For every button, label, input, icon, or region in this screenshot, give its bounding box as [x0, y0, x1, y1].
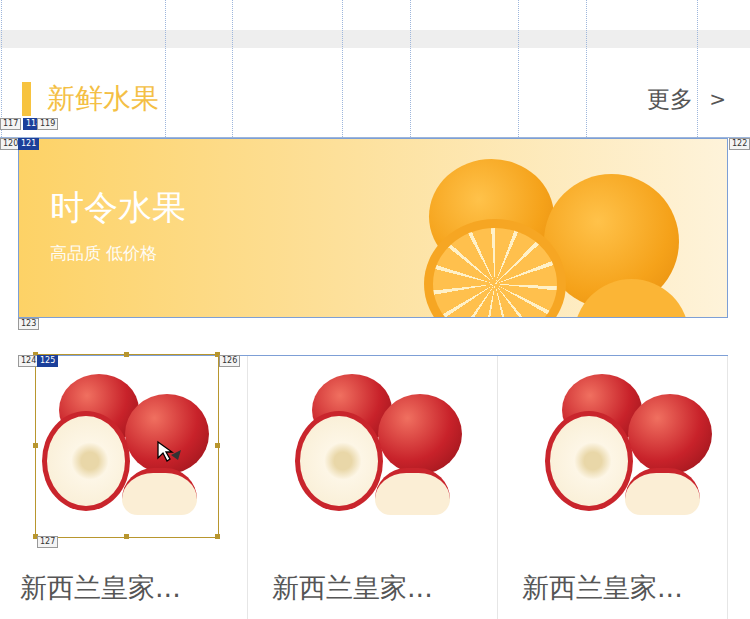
product-card[interactable]: 新西兰皇家... [248, 356, 498, 619]
resize-handle[interactable] [124, 534, 129, 539]
section-title: 新鲜水果 [47, 82, 159, 116]
slice-label[interactable]: 124 [18, 355, 39, 367]
guide-line[interactable] [518, 0, 519, 137]
slice-label[interactable]: 118 [23, 118, 44, 130]
product-row: 新西兰皇家... 新西兰皇家... 新西兰皇家... [18, 355, 728, 619]
product-name: 新西兰皇家... [20, 570, 247, 606]
more-label: 更多 [647, 84, 693, 115]
move-cursor-icon [156, 440, 184, 464]
section-header: 新鲜水果 更多 > [0, 78, 750, 120]
top-space [0, 0, 750, 30]
accent-bar [22, 82, 31, 116]
guide-line[interactable] [232, 0, 233, 137]
guide-line[interactable] [0, 137, 750, 138]
product-card[interactable]: 新西兰皇家... [498, 356, 728, 619]
guide-line[interactable] [410, 0, 411, 137]
product-name: 新西兰皇家... [522, 570, 727, 606]
selection-box[interactable] [35, 354, 219, 538]
slice-label[interactable]: 126 [219, 355, 240, 367]
product-card[interactable]: 新西兰皇家... [18, 356, 248, 619]
slice-label[interactable]: 121 [18, 138, 39, 150]
resize-handle[interactable] [33, 534, 38, 539]
slice-label[interactable]: 122 [729, 138, 750, 150]
guide-line[interactable] [586, 0, 587, 137]
slice-label[interactable]: 125 [37, 355, 58, 367]
guide-line[interactable] [342, 0, 343, 137]
chevron-right-icon: > [709, 87, 726, 111]
slice-label[interactable]: 117 [0, 118, 21, 130]
product-name: 新西兰皇家... [272, 570, 497, 606]
resize-handle[interactable] [215, 534, 220, 539]
resize-handle[interactable] [33, 352, 38, 357]
oranges-picture [404, 139, 728, 317]
banner[interactable]: 时令水果高品质 低价格 [18, 138, 728, 318]
apple-picture [37, 356, 217, 536]
slice-label[interactable]: 127 [37, 536, 58, 548]
resize-handle[interactable] [124, 352, 129, 357]
resize-handle[interactable] [215, 443, 220, 448]
guide-line[interactable] [1, 0, 2, 137]
resize-handle[interactable] [215, 352, 220, 357]
apple-picture [290, 356, 470, 536]
slice-label[interactable]: 119 [37, 118, 58, 130]
apple-picture [540, 356, 720, 536]
guide-line[interactable] [697, 0, 698, 137]
slice-label[interactable]: 123 [18, 318, 39, 330]
resize-handle[interactable] [33, 443, 38, 448]
guide-line[interactable] [165, 0, 166, 137]
design-canvas: 新鲜水果更多>时令水果高品质 低价格新西兰皇家...新西兰皇家...新西兰皇家.… [0, 0, 750, 619]
slice-label[interactable]: 120 [0, 138, 21, 150]
more-link[interactable]: 更多 > [647, 84, 726, 115]
slice-overlay: 117118119120121122123124125126127 [0, 0, 750, 619]
divider-band [0, 30, 750, 48]
